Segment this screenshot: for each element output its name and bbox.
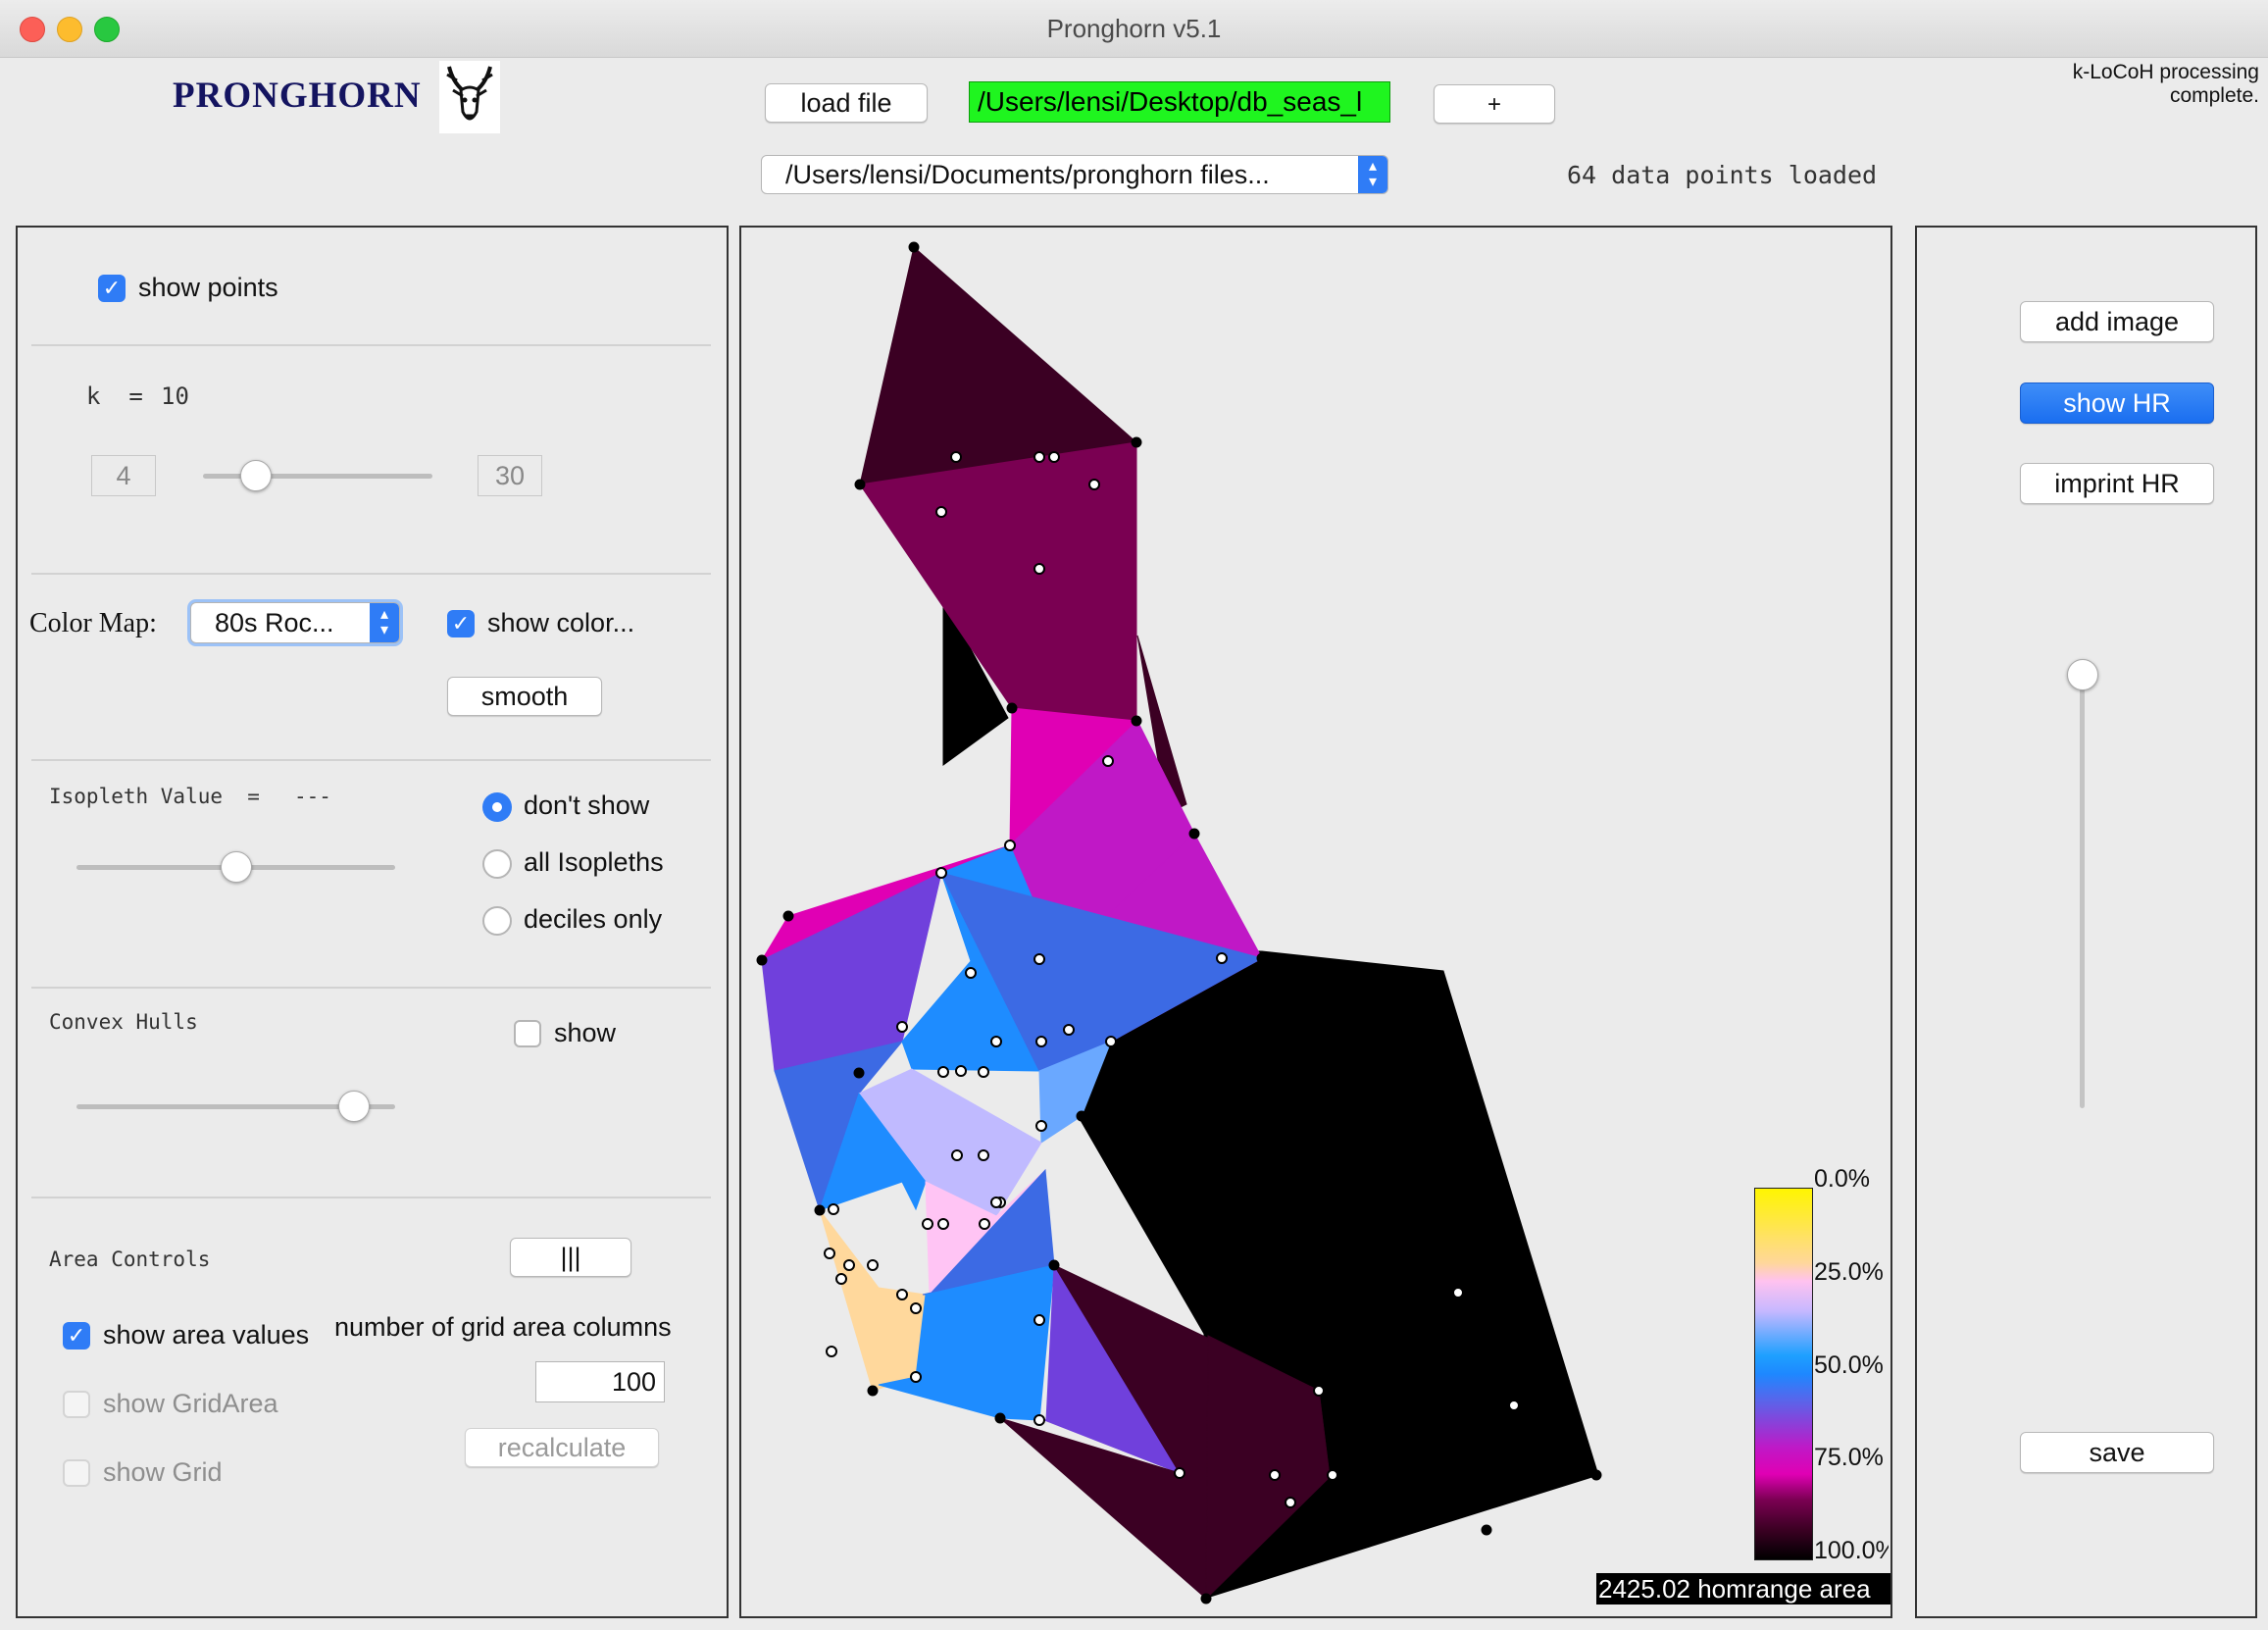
data-point[interactable] xyxy=(1033,1414,1045,1426)
data-point[interactable] xyxy=(910,1302,922,1314)
legend-label-50: 50.0% xyxy=(1814,1351,1884,1379)
data-point[interactable] xyxy=(1048,451,1060,463)
right-vertical-slider-track[interactable] xyxy=(2080,675,2085,1108)
add-image-button[interactable]: add image xyxy=(2020,301,2214,342)
data-point[interactable] xyxy=(1452,1287,1464,1299)
hull-triangle xyxy=(819,1209,927,1392)
data-point[interactable] xyxy=(854,479,866,490)
data-point[interactable] xyxy=(867,1259,879,1271)
right-control-panel xyxy=(1915,226,2257,1618)
data-point[interactable] xyxy=(1216,952,1228,964)
data-point[interactable] xyxy=(1102,755,1114,767)
right-vertical-slider-thumb[interactable] xyxy=(2067,659,2098,690)
data-point[interactable] xyxy=(1033,1314,1045,1326)
data-point[interactable] xyxy=(896,1289,908,1300)
data-point[interactable] xyxy=(935,867,947,879)
data-point[interactable] xyxy=(910,1371,922,1383)
data-point[interactable] xyxy=(1327,1469,1338,1481)
data-point[interactable] xyxy=(979,1218,990,1230)
data-point[interactable] xyxy=(843,1259,855,1271)
data-point[interactable] xyxy=(1048,1259,1060,1271)
data-point[interactable] xyxy=(1076,1110,1087,1122)
data-point[interactable] xyxy=(1033,451,1045,463)
data-point[interactable] xyxy=(1004,840,1016,851)
data-point[interactable] xyxy=(1285,1497,1296,1508)
data-point[interactable] xyxy=(828,1203,839,1215)
data-point[interactable] xyxy=(951,1149,963,1161)
save-button[interactable]: save xyxy=(2020,1432,2214,1473)
data-point[interactable] xyxy=(922,1218,933,1230)
data-point[interactable] xyxy=(978,1149,989,1161)
data-point[interactable] xyxy=(1033,953,1045,965)
data-point[interactable] xyxy=(782,910,794,922)
data-point[interactable] xyxy=(1063,1024,1075,1036)
data-point[interactable] xyxy=(1313,1385,1325,1397)
data-point[interactable] xyxy=(835,1273,847,1285)
data-point[interactable] xyxy=(965,967,977,979)
data-point[interactable] xyxy=(1256,952,1268,964)
data-point[interactable] xyxy=(756,954,768,966)
data-point[interactable] xyxy=(814,1204,826,1216)
data-point[interactable] xyxy=(824,1248,835,1259)
data-point[interactable] xyxy=(1105,1036,1117,1047)
show-hr-button[interactable]: show HR xyxy=(2020,382,2214,424)
data-point[interactable] xyxy=(1269,1469,1281,1481)
data-point[interactable] xyxy=(1088,479,1100,490)
home-range-area-label: 2425.02 homrange area xyxy=(1596,1573,1890,1605)
data-point[interactable] xyxy=(935,506,947,518)
data-point[interactable] xyxy=(1131,715,1142,727)
data-point[interactable] xyxy=(978,1066,989,1078)
data-point[interactable] xyxy=(896,1021,908,1033)
data-point[interactable] xyxy=(1590,1469,1602,1481)
data-point[interactable] xyxy=(1035,1120,1047,1132)
data-point[interactable] xyxy=(1188,828,1200,840)
data-point[interactable] xyxy=(1131,436,1142,448)
data-point[interactable] xyxy=(950,451,962,463)
data-point[interactable] xyxy=(1200,1593,1212,1605)
data-point[interactable] xyxy=(1481,1524,1492,1536)
data-point[interactable] xyxy=(908,241,920,253)
legend-label-75: 75.0% xyxy=(1814,1444,1884,1471)
data-point[interactable] xyxy=(853,1067,865,1079)
imprint-hr-button[interactable]: imprint HR xyxy=(2020,463,2214,504)
data-point[interactable] xyxy=(990,1197,1002,1208)
legend-label-25: 25.0% xyxy=(1814,1258,1884,1286)
data-point[interactable] xyxy=(937,1066,949,1078)
data-point[interactable] xyxy=(867,1385,879,1397)
legend-label-0: 0.0% xyxy=(1814,1165,1870,1193)
data-point[interactable] xyxy=(1033,563,1045,575)
data-point[interactable] xyxy=(1006,702,1018,714)
legend-label-100: 100.0% xyxy=(1814,1537,1889,1564)
data-point[interactable] xyxy=(990,1036,1002,1047)
data-point[interactable] xyxy=(955,1065,967,1077)
data-point[interactable] xyxy=(826,1346,837,1357)
data-point[interactable] xyxy=(1035,1036,1047,1047)
data-point[interactable] xyxy=(994,1412,1006,1424)
data-point[interactable] xyxy=(1508,1400,1520,1411)
data-point[interactable] xyxy=(1174,1467,1185,1479)
color-legend-bar xyxy=(1754,1188,1813,1560)
data-point[interactable] xyxy=(937,1218,949,1230)
